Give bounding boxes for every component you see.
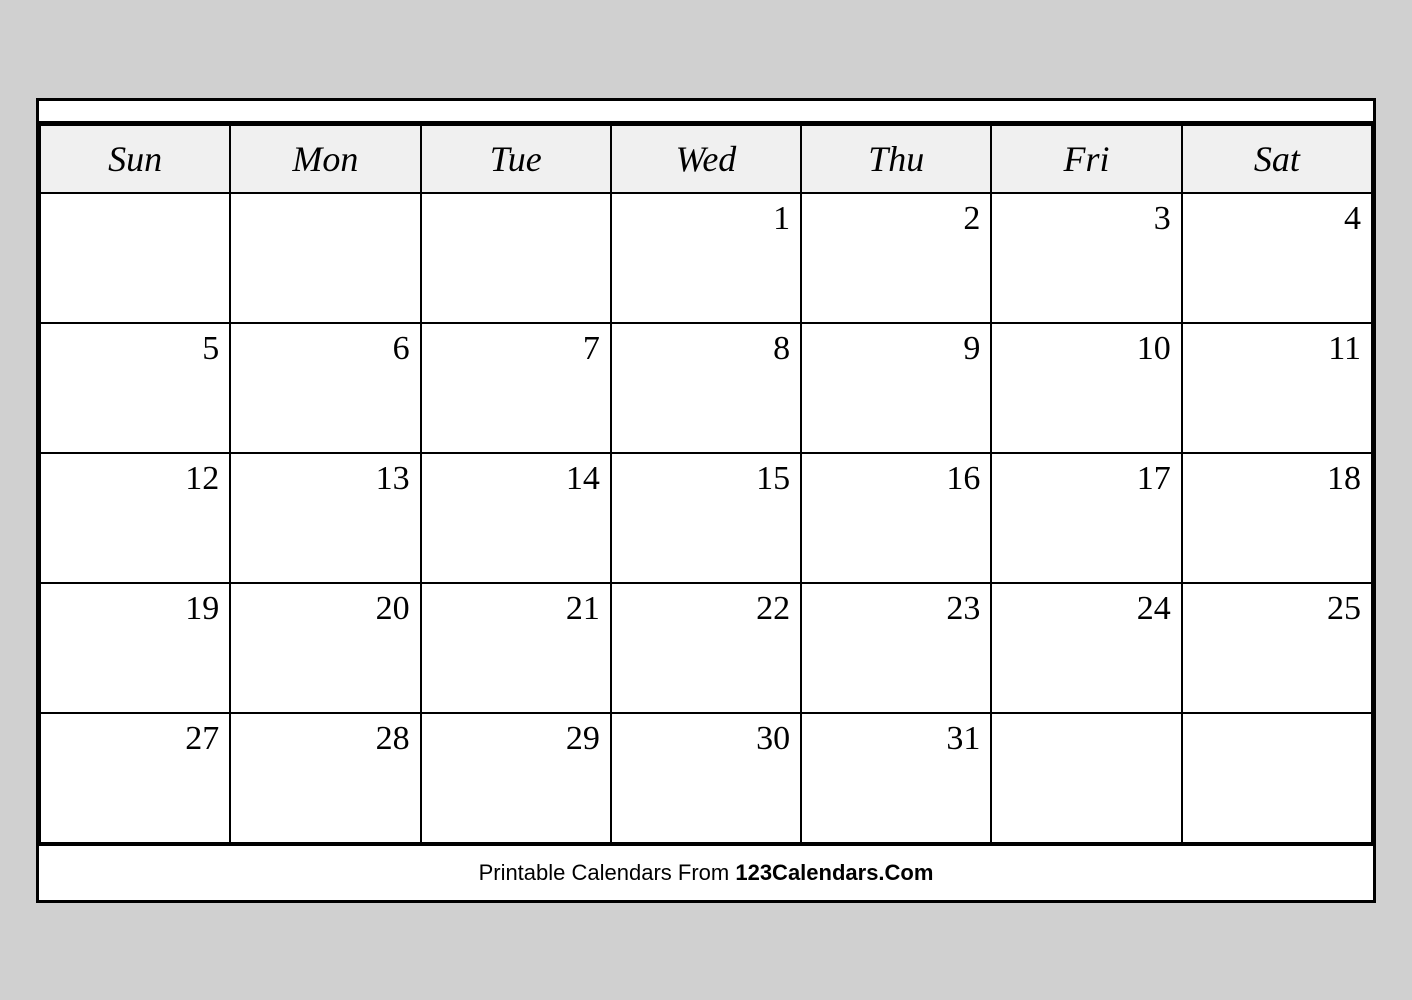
calendar-title [39,101,1373,124]
footer: Printable Calendars From 123Calendars.Co… [39,844,1373,900]
day-header-mon: Mon [230,125,420,193]
calendar-cell: 29 [421,713,611,843]
calendar-cell: 3 [991,193,1181,323]
week-row-2: 567891011 [40,323,1372,453]
calendar-cell: 22 [611,583,801,713]
calendar-cell [40,193,230,323]
calendar-container: SunMonTueWedThuFriSat 123456789101112131… [36,98,1376,903]
week-row-1: 1234 [40,193,1372,323]
calendar-cell: 13 [230,453,420,583]
day-header-sun: Sun [40,125,230,193]
calendar-cell [991,713,1181,843]
calendar-cell: 5 [40,323,230,453]
calendar-cell: 24 [991,583,1181,713]
day-header-sat: Sat [1182,125,1372,193]
calendar-cell: 18 [1182,453,1372,583]
calendar-cell: 2 [801,193,991,323]
calendar-cell: 28 [230,713,420,843]
calendar-cell: 6 [230,323,420,453]
calendar-cell: 27 [40,713,230,843]
calendar-cell: 1 [611,193,801,323]
calendar-table: SunMonTueWedThuFriSat 123456789101112131… [39,124,1373,844]
calendar-cell: 9 [801,323,991,453]
calendar-cell [421,193,611,323]
week-row-3: 12131415161718 [40,453,1372,583]
calendar-cell: 25 [1182,583,1372,713]
calendar-cell: 20 [230,583,420,713]
calendar-cell: 30 [611,713,801,843]
calendar-cell: 8 [611,323,801,453]
day-header-thu: Thu [801,125,991,193]
calendar-cell [230,193,420,323]
week-row-4: 19202122232425 [40,583,1372,713]
calendar-cell: 17 [991,453,1181,583]
days-header-row: SunMonTueWedThuFriSat [40,125,1372,193]
day-header-fri: Fri [991,125,1181,193]
calendar-cell: 14 [421,453,611,583]
calendar-cell: 10 [991,323,1181,453]
calendar-cell: 4 [1182,193,1372,323]
day-header-wed: Wed [611,125,801,193]
day-header-tue: Tue [421,125,611,193]
calendar-cell: 12 [40,453,230,583]
calendar-cell: 11 [1182,323,1372,453]
calendar-cell: 15 [611,453,801,583]
calendar-cell: 23 [801,583,991,713]
footer-site: 123Calendars.Com [735,860,933,885]
footer-text: Printable Calendars From [479,860,736,885]
calendar-cell: 16 [801,453,991,583]
calendar-cell: 31 [801,713,991,843]
calendar-cell: 21 [421,583,611,713]
week-row-5: 2728293031 [40,713,1372,843]
calendar-cell: 7 [421,323,611,453]
calendar-cell [1182,713,1372,843]
calendar-cell: 19 [40,583,230,713]
